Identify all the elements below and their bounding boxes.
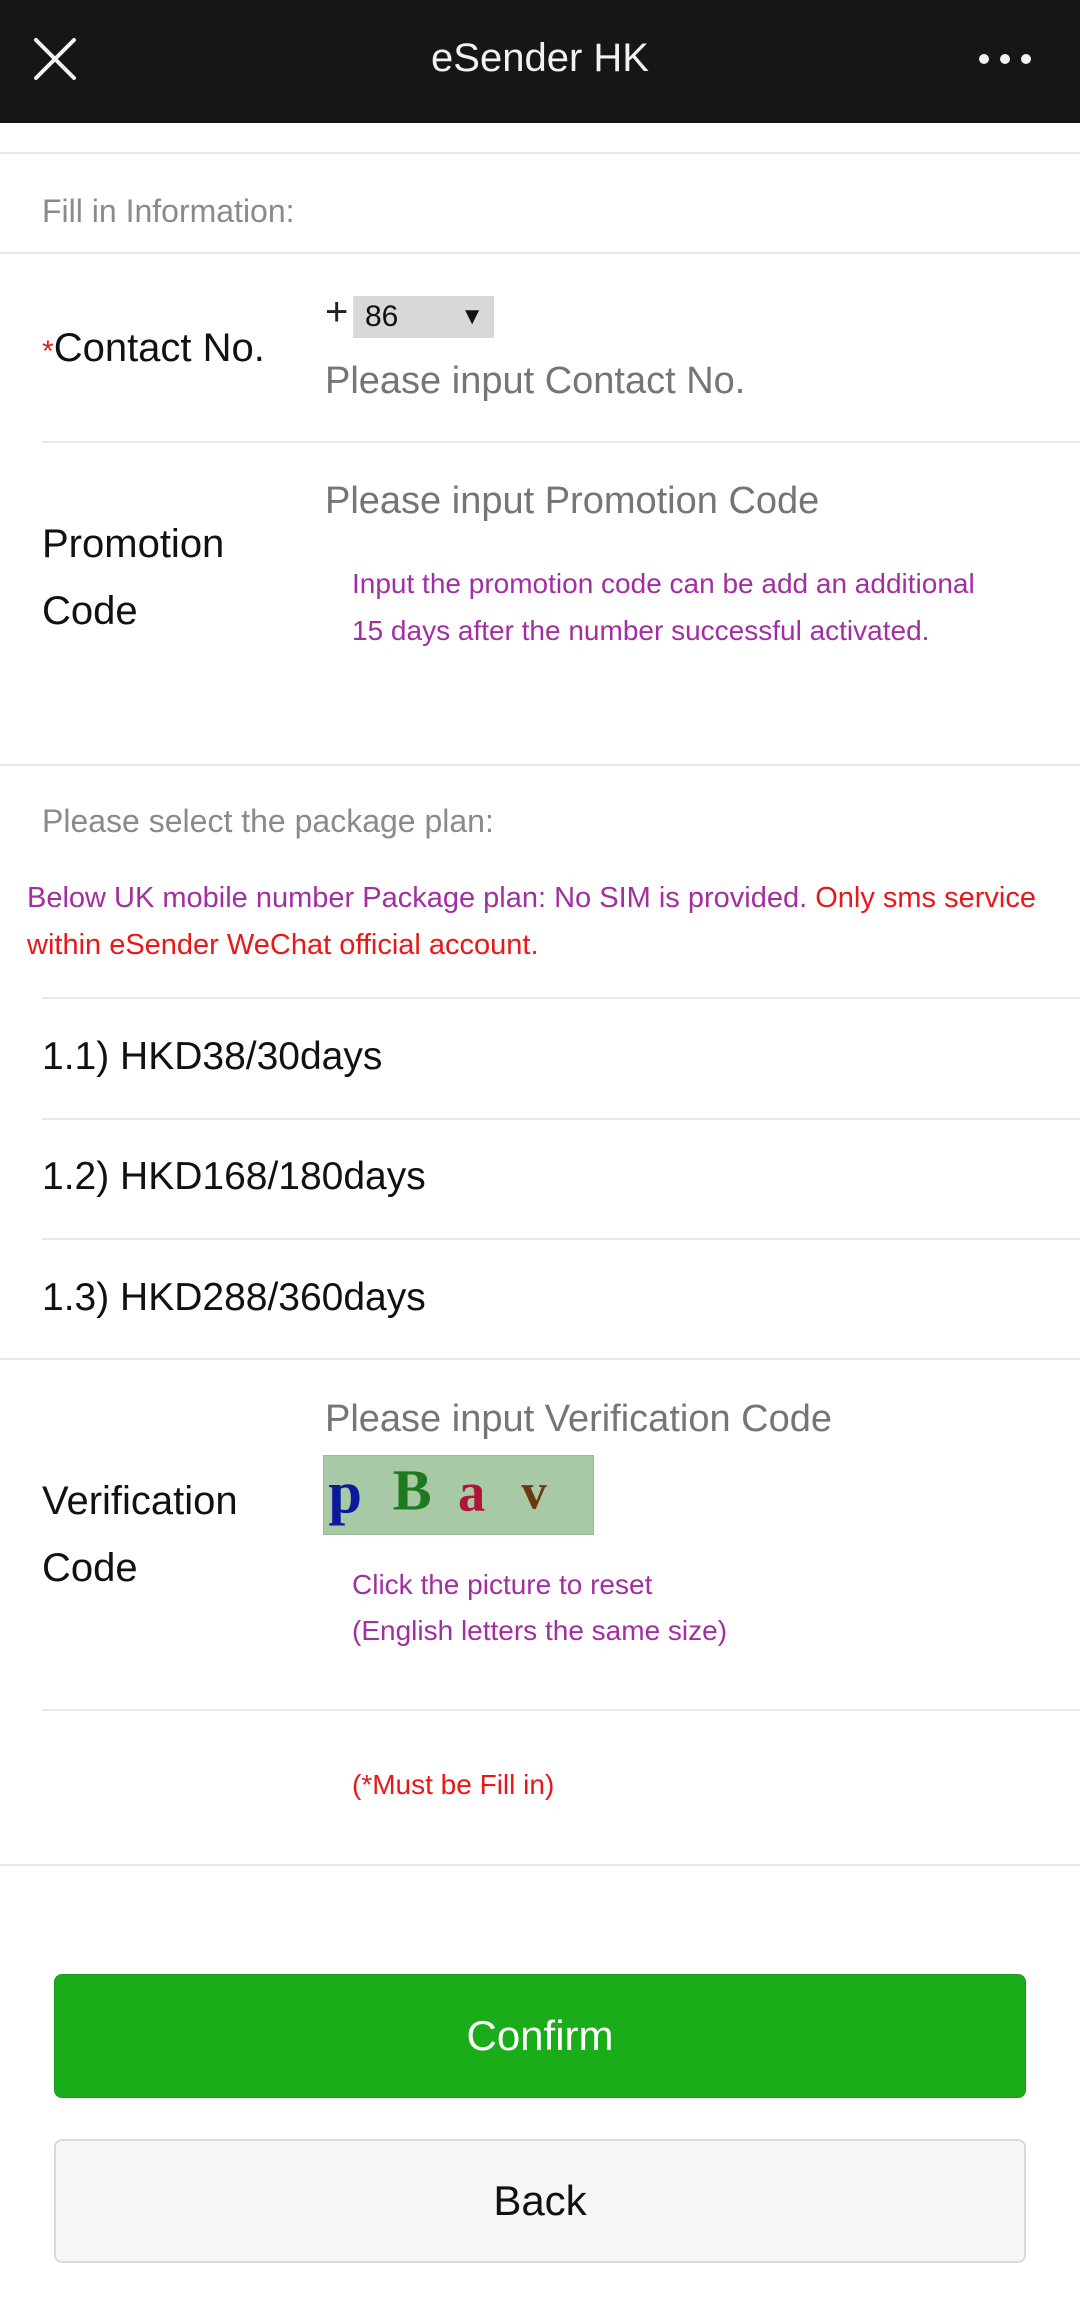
notice-purple: Below UK mobile number Package plan: No … bbox=[27, 882, 808, 914]
country-code-value: 86 bbox=[365, 300, 399, 333]
contact-number-input[interactable] bbox=[325, 355, 1045, 407]
divider bbox=[0, 764, 1080, 766]
package-plan-option[interactable]: 1.2) HKD168/180days bbox=[42, 1149, 426, 1205]
required-mark: * bbox=[42, 335, 54, 368]
divider bbox=[42, 441, 1080, 443]
divider bbox=[0, 252, 1080, 254]
verification-label-line2: Code bbox=[42, 1546, 138, 1590]
page-title: eSender HK bbox=[431, 36, 649, 80]
contact-label-text: Contact No. bbox=[53, 326, 265, 370]
captcha-char: a bbox=[458, 1462, 485, 1523]
divider bbox=[0, 152, 1080, 154]
promotion-hint-line1: Input the promotion code can be add an a… bbox=[352, 568, 975, 599]
promotion-label-line1: Promotion bbox=[42, 522, 225, 566]
captcha-hint-line2: (English letters the same size) bbox=[352, 1615, 728, 1646]
plus-sign: + bbox=[325, 290, 349, 334]
top-bar: eSender HK bbox=[0, 0, 1080, 123]
captcha-char: v bbox=[521, 1464, 547, 1520]
captcha-char: p bbox=[328, 1460, 362, 1527]
verification-code-input[interactable] bbox=[325, 1393, 1045, 1445]
must-fill-notice: (*Must be Fill in) bbox=[352, 1769, 555, 1800]
verification-label-line1: Verification bbox=[42, 1479, 238, 1523]
divider bbox=[0, 1358, 1080, 1360]
package-notice: Below UK mobile number Package plan: No … bbox=[27, 875, 1047, 969]
country-code-select[interactable]: 86 ▼ bbox=[353, 296, 494, 338]
divider bbox=[42, 1709, 1080, 1711]
divider bbox=[42, 1118, 1080, 1120]
dropdown-arrow-icon: ▼ bbox=[460, 303, 484, 330]
contact-label: *Contact No. bbox=[42, 315, 265, 385]
promotion-hint-line2: 15 days after the number successful acti… bbox=[352, 615, 930, 646]
more-dots-icon[interactable] bbox=[975, 44, 1035, 74]
section-title-package: Please select the package plan: bbox=[42, 803, 494, 839]
section-title-info: Fill in Information: bbox=[42, 193, 295, 229]
captcha-hint-line1: Click the picture to reset bbox=[352, 1569, 653, 1600]
confirm-button[interactable]: Confirm bbox=[54, 1974, 1026, 2098]
promotion-code-input[interactable] bbox=[325, 475, 1045, 527]
back-button[interactable]: Back bbox=[54, 2139, 1026, 2263]
captcha-image[interactable]: p B a v bbox=[323, 1455, 594, 1535]
divider bbox=[0, 1864, 1080, 1866]
captcha-char: B bbox=[393, 1458, 432, 1523]
promotion-label-line2: Code bbox=[42, 589, 138, 633]
package-plan-option[interactable]: 1.3) HKD288/360days bbox=[42, 1270, 426, 1326]
package-plan-option[interactable]: 1.1) HKD38/30days bbox=[42, 1029, 382, 1085]
divider bbox=[42, 1238, 1080, 1240]
divider bbox=[42, 997, 1080, 999]
